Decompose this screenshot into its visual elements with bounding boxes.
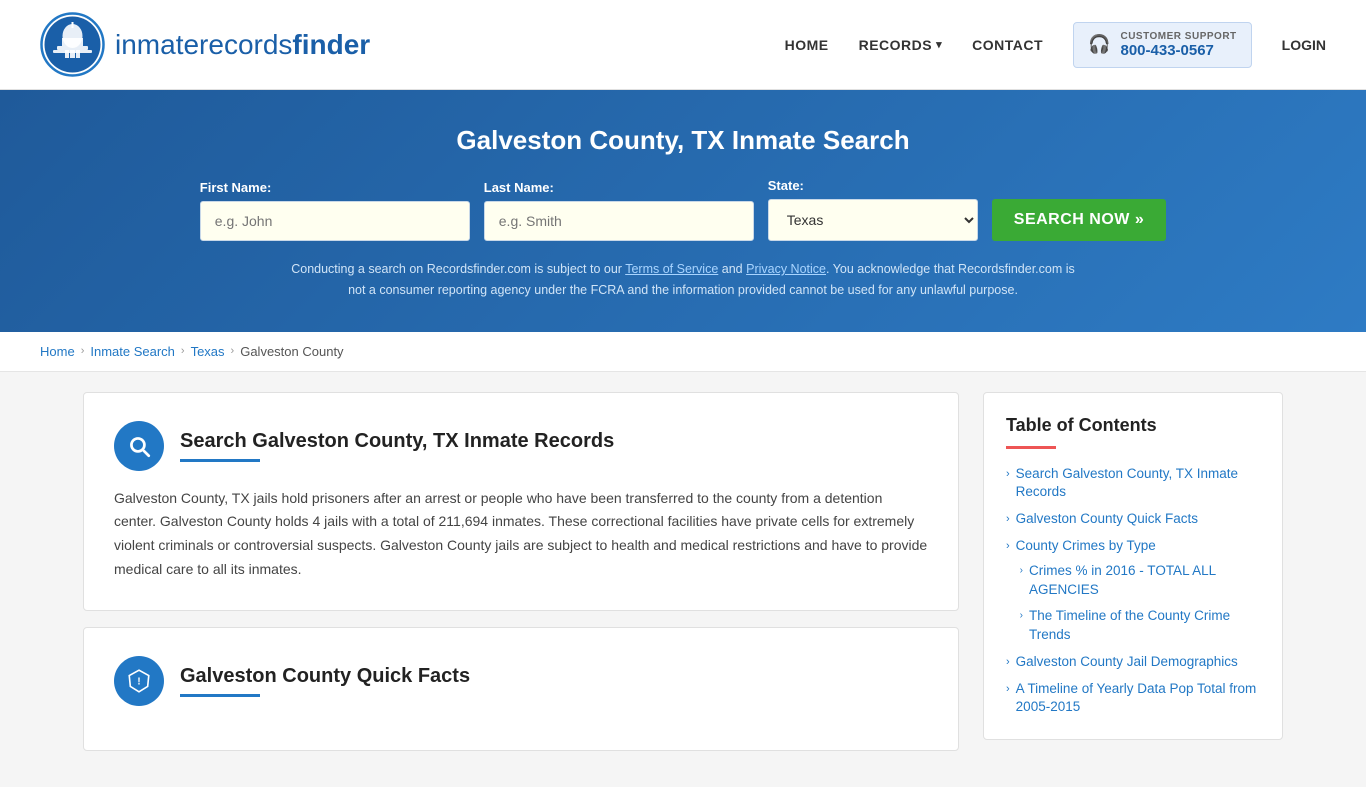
state-select[interactable]: AlabamaAlaskaArizonaArkansasCaliforniaCo… bbox=[768, 199, 978, 241]
chevron-right-icon: › bbox=[1020, 565, 1023, 576]
chevron-right-icon: › bbox=[1006, 513, 1010, 525]
support-label: CUSTOMER SUPPORT bbox=[1120, 31, 1236, 42]
card-header-2: ! Galveston County Quick Facts bbox=[114, 656, 928, 706]
breadcrumb-texas[interactable]: Texas bbox=[191, 344, 225, 359]
support-box[interactable]: 🎧 CUSTOMER SUPPORT 800-433-0567 bbox=[1073, 22, 1252, 68]
main-content: Search Galveston County, TX Inmate Recor… bbox=[43, 372, 1323, 787]
main-nav: HOME RECORDS ▾ CONTACT 🎧 CUSTOMER SUPPOR… bbox=[785, 22, 1326, 68]
nav-home[interactable]: HOME bbox=[785, 37, 829, 53]
chevron-right-icon: › bbox=[1006, 540, 1010, 552]
tos-link[interactable]: Terms of Service bbox=[625, 262, 718, 276]
hero-section: Galveston County, TX Inmate Search First… bbox=[0, 90, 1366, 332]
toc-item: › County Crimes by Type › Crimes % in 2016 … bbox=[1006, 537, 1260, 644]
site-header: inmaterecordsfinder HOME RECORDS ▾ CONTA… bbox=[0, 0, 1366, 90]
chevron-right-icon: › bbox=[1006, 656, 1010, 668]
search-form: First Name: Last Name: State: AlabamaAla… bbox=[40, 178, 1326, 241]
toc-link[interactable]: County Crimes by Type bbox=[1016, 538, 1156, 553]
first-name-group: First Name: bbox=[200, 180, 470, 241]
card-underline-2 bbox=[180, 694, 260, 697]
toc-item: › Galveston County Jail Demographics bbox=[1006, 653, 1260, 672]
breadcrumb-current: Galveston County bbox=[240, 344, 343, 359]
content-right: Table of Contents › Search Galveston Coun… bbox=[983, 392, 1283, 767]
card-header-1: Search Galveston County, TX Inmate Recor… bbox=[114, 421, 928, 471]
info-icon: ! bbox=[126, 668, 152, 694]
toc-item: › Galveston County Quick Facts bbox=[1006, 510, 1260, 529]
hero-disclaimer: Conducting a search on Recordsfinder.com… bbox=[283, 259, 1083, 302]
toc-link[interactable]: Search Galveston County, TX Inmate Recor… bbox=[1016, 466, 1238, 500]
last-name-input[interactable] bbox=[484, 201, 754, 241]
search-button[interactable]: SEARCH NOW » bbox=[992, 199, 1166, 241]
site-logo-icon bbox=[40, 12, 105, 77]
card-quick-facts: ! Galveston County Quick Facts bbox=[83, 627, 959, 751]
content-left: Search Galveston County, TX Inmate Recor… bbox=[83, 392, 959, 767]
toc-sub-item: › Crimes % in 2016 - TOTAL ALL AGENCIES bbox=[1020, 562, 1260, 600]
chevron-right-icon: › bbox=[1020, 610, 1023, 621]
card-title-1: Search Galveston County, TX Inmate Recor… bbox=[180, 430, 614, 453]
last-name-group: Last Name: bbox=[484, 180, 754, 241]
toc-sub-link[interactable]: Crimes % in 2016 - TOTAL ALL AGENCIES bbox=[1029, 562, 1260, 600]
phone-icon: 🎧 bbox=[1088, 34, 1110, 55]
logo-text: inmaterecordsfinder bbox=[115, 29, 370, 61]
nav-contact[interactable]: CONTACT bbox=[972, 37, 1043, 53]
hero-title: Galveston County, TX Inmate Search bbox=[40, 125, 1326, 156]
toc-card: Table of Contents › Search Galveston Coun… bbox=[983, 392, 1283, 741]
chevron-down-icon: ▾ bbox=[936, 38, 942, 51]
nav-records[interactable]: RECORDS ▾ bbox=[859, 37, 943, 53]
svg-text:!: ! bbox=[137, 676, 140, 687]
breadcrumb-sep-1: › bbox=[81, 345, 85, 357]
toc-list: › Search Galveston County, TX Inmate Reco… bbox=[1006, 465, 1260, 718]
first-name-label: First Name: bbox=[200, 180, 470, 195]
logo-area: inmaterecordsfinder bbox=[40, 12, 370, 77]
privacy-link[interactable]: Privacy Notice bbox=[746, 262, 826, 276]
breadcrumb: Home › Inmate Search › Texas › Galveston… bbox=[0, 332, 1366, 372]
card-body-1: Galveston County, TX jails hold prisoner… bbox=[114, 487, 928, 582]
first-name-input[interactable] bbox=[200, 201, 470, 241]
toc-link[interactable]: Galveston County Jail Demographics bbox=[1016, 654, 1238, 669]
card-underline-1 bbox=[180, 459, 260, 462]
toc-sub-link[interactable]: The Timeline of the County Crime Trends bbox=[1029, 607, 1260, 645]
chevron-right-icon: › bbox=[1006, 468, 1010, 480]
support-number: 800-433-0567 bbox=[1120, 42, 1236, 59]
breadcrumb-sep-2: › bbox=[181, 345, 185, 357]
toc-link[interactable]: Galveston County Quick Facts bbox=[1016, 511, 1198, 526]
chevron-right-icon: › bbox=[1006, 683, 1010, 695]
breadcrumb-sep-3: › bbox=[231, 345, 235, 357]
search-icon bbox=[126, 433, 152, 459]
breadcrumb-inmate-search[interactable]: Inmate Search bbox=[90, 344, 175, 359]
card-title-2: Galveston County Quick Facts bbox=[180, 665, 470, 688]
nav-login[interactable]: LOGIN bbox=[1282, 37, 1326, 53]
card-inmate-records: Search Galveston County, TX Inmate Recor… bbox=[83, 392, 959, 611]
toc-divider bbox=[1006, 446, 1056, 449]
state-group: State: AlabamaAlaskaArizonaArkansasCalif… bbox=[768, 178, 978, 241]
toc-item: › A Timeline of Yearly Data Pop Total fro… bbox=[1006, 680, 1260, 718]
toc-item: › Search Galveston County, TX Inmate Reco… bbox=[1006, 465, 1260, 503]
state-label: State: bbox=[768, 178, 978, 193]
toc-sub-item: › The Timeline of the County Crime Trends bbox=[1020, 607, 1260, 645]
breadcrumb-home[interactable]: Home bbox=[40, 344, 75, 359]
toc-title: Table of Contents bbox=[1006, 415, 1260, 436]
card-icon-search bbox=[114, 421, 164, 471]
toc-sublist: › Crimes % in 2016 - TOTAL ALL AGENCIES › T… bbox=[1020, 562, 1260, 645]
last-name-label: Last Name: bbox=[484, 180, 754, 195]
card-icon-info: ! bbox=[114, 656, 164, 706]
toc-link[interactable]: A Timeline of Yearly Data Pop Total from… bbox=[1016, 681, 1257, 715]
